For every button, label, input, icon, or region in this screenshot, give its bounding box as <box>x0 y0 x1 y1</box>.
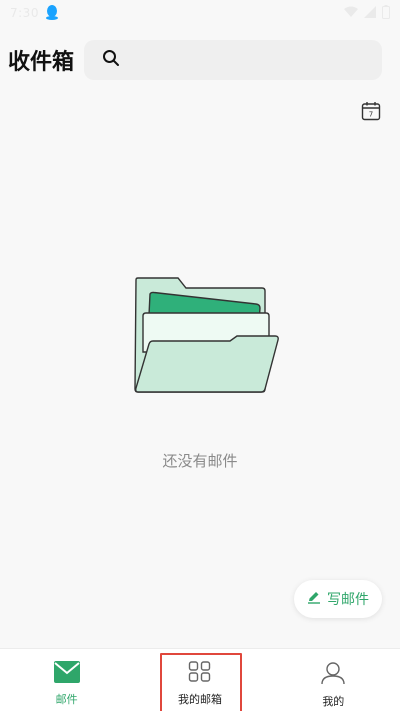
signal-icon <box>364 5 376 21</box>
compose-button[interactable]: 写邮件 <box>294 580 382 618</box>
person-icon <box>321 661 346 689</box>
calendar-day: 7 <box>369 111 373 119</box>
search-input[interactable] <box>130 45 370 75</box>
search-box[interactable] <box>84 40 382 80</box>
mail-icon <box>53 661 80 687</box>
search-icon <box>102 49 120 71</box>
calendar-icon: 7 <box>361 102 381 121</box>
pencil-icon <box>307 590 321 608</box>
compose-label: 写邮件 <box>327 592 369 608</box>
nav-label-mail: 邮件 <box>55 693 78 706</box>
wifi-icon <box>344 6 358 21</box>
status-bar: 7:30 <box>0 0 400 26</box>
status-time: 7:30 <box>10 6 39 20</box>
header: 收件箱 <box>0 38 400 82</box>
nav-item-my-mailbox[interactable]: 我的邮箱 <box>133 649 266 711</box>
nav-label-me: 我的 <box>322 695 345 708</box>
qq-icon <box>45 4 59 23</box>
grid-icon <box>188 661 212 687</box>
page-title: 收件箱 <box>8 50 75 75</box>
nav-label-my-mailbox: 我的邮箱 <box>177 693 222 706</box>
nav-item-mail[interactable]: 邮件 <box>0 649 133 711</box>
empty-message: 还没有邮件 <box>162 452 238 470</box>
nav-item-me[interactable]: 我的 <box>267 649 400 711</box>
folder-icon <box>134 277 279 393</box>
bottom-nav: 邮件 我的邮箱 我的 <box>0 648 400 711</box>
empty-folder-illustration <box>130 276 285 396</box>
calendar-button[interactable]: 7 <box>361 101 381 121</box>
status-left: 7:30 <box>10 4 59 23</box>
battery-icon <box>382 4 390 22</box>
status-right <box>344 4 390 22</box>
